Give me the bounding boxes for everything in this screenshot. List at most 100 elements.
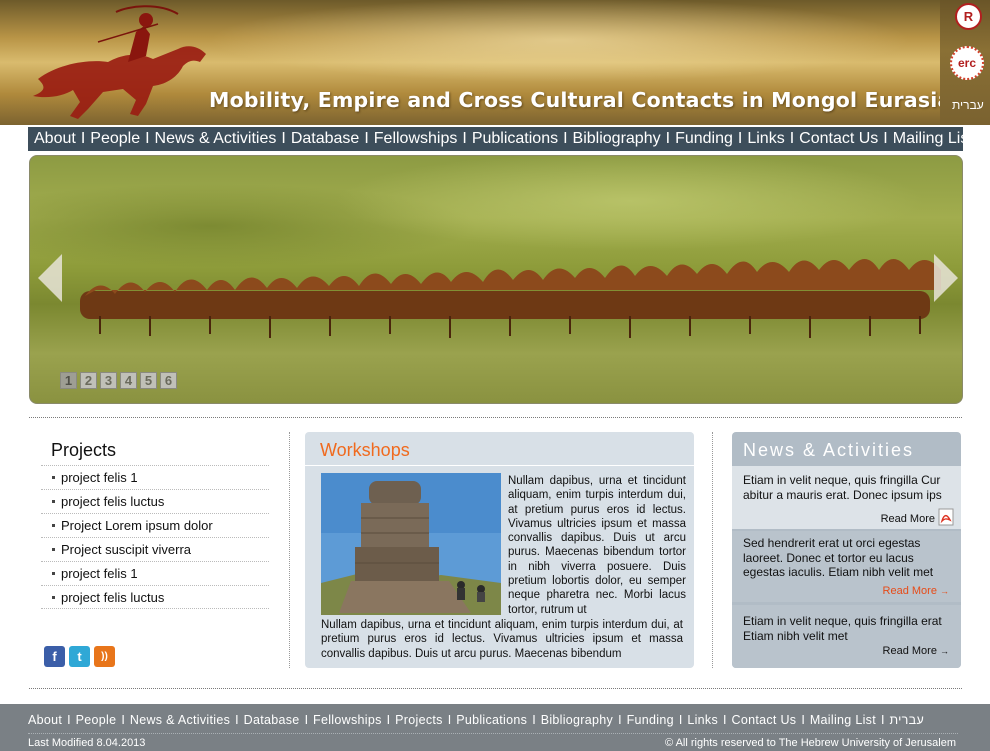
footer-nav-publications[interactable]: Publications <box>456 713 527 727</box>
nav-bibliography[interactable]: Bibliography <box>573 130 661 148</box>
nav-publications[interactable]: Publications <box>472 130 558 148</box>
footer-nav-hebrew[interactable]: עברית <box>889 713 924 727</box>
slider-page-5[interactable]: 5 <box>140 372 157 389</box>
footer-nav-mailing-list[interactable]: Mailing List <box>810 713 876 727</box>
footer-nav: About I People I News & Activities I Database I… <box>28 713 958 727</box>
column-divider-right <box>712 432 713 668</box>
hebrew-language-link[interactable]: עברית <box>952 98 984 112</box>
header-banner: Mobility, Empire and Cross Cultural Cont… <box>0 0 990 125</box>
nav-links[interactable]: Links <box>747 130 784 148</box>
slider-page-6[interactable]: 6 <box>160 372 177 389</box>
nav-separator: I <box>665 130 671 147</box>
workshops-text-bottom: Nullam dapibus, urna et tincidunt aliqua… <box>321 619 683 660</box>
nav-separator: I <box>145 130 150 147</box>
project-item[interactable]: Project suscipit viverra <box>41 537 269 561</box>
project-item-label: Project Lorem ipsum dolor <box>61 518 213 533</box>
slider-prev-arrow-icon[interactable] <box>38 254 64 302</box>
project-item-label: project felis luctus <box>61 589 165 605</box>
footer: About I People I News & Activities I Database I… <box>0 704 990 751</box>
slider-next-arrow-icon[interactable] <box>932 254 958 302</box>
read-more-link[interactable]: Read More → <box>883 645 949 657</box>
nav-news-and-activities[interactable]: News & Activities <box>155 130 277 148</box>
arrow-right-icon: → <box>940 586 949 596</box>
main-nav: About I People I News & Activities I Database I… <box>28 127 973 151</box>
slider-page-4[interactable]: 4 <box>120 372 137 389</box>
camel-caravan-image <box>80 259 941 338</box>
footer-nav-separator: I <box>447 713 452 727</box>
nav-fellowships[interactable]: Fellowships <box>374 130 458 148</box>
nav-separator: I <box>364 130 369 147</box>
divider-top <box>29 417 962 418</box>
rss-icon[interactable]: )) <box>94 646 115 667</box>
stupa-photo <box>321 473 501 615</box>
footer-nav-separator: I <box>880 713 885 727</box>
nav-contact-us[interactable]: Contact Us <box>799 130 878 148</box>
read-more-link[interactable]: Read More → <box>883 585 949 597</box>
news-item: Sed hendrerit erat ut orci egestas laore… <box>732 531 961 602</box>
footer-divider <box>28 733 958 734</box>
workshops-heading[interactable]: Workshops <box>320 440 410 461</box>
nav-mailing-list[interactable]: Mailing List <box>893 130 973 148</box>
project-item-label: project felis 1 <box>61 566 138 581</box>
footer-nav-separator: I <box>67 713 71 727</box>
nav-funding[interactable]: Funding <box>675 130 733 148</box>
slider-page-2[interactable]: 2 <box>80 372 97 389</box>
workshops-text-side: Nullam dapibus, urna et tincidunt aliqua… <box>508 475 686 616</box>
image-slider <box>29 155 963 404</box>
footer-nav-fellowships[interactable]: Fellowships <box>313 713 382 727</box>
footer-nav-bibliography[interactable]: Bibliography <box>541 713 613 727</box>
footer-nav-separator: I <box>618 713 622 727</box>
workshops-heading-rule <box>305 465 694 466</box>
read-more-label: Read More <box>882 645 937 657</box>
copyright: © All rights reserved to The Hebrew Univ… <box>665 737 956 749</box>
facebook-icon[interactable]: f <box>44 646 65 667</box>
footer-nav-separator: I <box>801 713 805 727</box>
twitter-icon[interactable]: t <box>69 646 90 667</box>
footer-nav-people[interactable]: People <box>76 713 117 727</box>
news-item-text: Etiam in velit neque, quis fringilla era… <box>743 614 942 643</box>
project-item[interactable]: Project Lorem ipsum dolor <box>41 513 269 537</box>
nav-about[interactable]: About <box>34 130 76 148</box>
project-item[interactable]: project felis 1 <box>41 561 269 585</box>
projects-list: project felis 1 project felis luctus Proje… <box>41 465 269 609</box>
projects-heading: Projects <box>51 440 117 460</box>
social-links: f t )) <box>44 646 115 667</box>
slider-page-1[interactable]: 1 <box>60 372 77 389</box>
footer-nav-separator: I <box>678 713 683 727</box>
news-item-text: Sed hendrerit erat ut orci egestas laore… <box>743 536 934 579</box>
divider-bottom <box>29 688 962 689</box>
footer-nav-funding[interactable]: Funding <box>627 713 674 727</box>
project-item[interactable]: project felis 1 <box>41 465 269 489</box>
last-modified: Last Modified 8.04.2013 <box>28 737 146 749</box>
footer-nav-separator: I <box>532 713 536 727</box>
footer-nav-projects[interactable]: Projects <box>395 713 443 727</box>
nav-separator: I <box>80 130 86 147</box>
footer-nav-separator: I <box>386 713 391 727</box>
footer-nav-contact-us[interactable]: Contact Us <box>732 713 797 727</box>
footer-nav-separator: I <box>235 713 239 727</box>
footer-nav-news-and-activities[interactable]: News & Activities <box>130 713 230 727</box>
university-logo[interactable]: R <box>955 3 982 30</box>
news-item: Etiam in velit neque, quis fringilla era… <box>732 605 961 668</box>
column-divider-left <box>289 432 290 668</box>
read-more-link[interactable]: Read More <box>881 513 935 525</box>
footer-nav-links[interactable]: Links <box>687 713 718 727</box>
news-heading[interactable]: News & Activities <box>743 440 914 461</box>
nav-separator: I <box>789 130 795 147</box>
footer-nav-separator: I <box>121 713 125 727</box>
footer-nav-about[interactable]: About <box>28 713 62 727</box>
slider-page-3[interactable]: 3 <box>100 372 117 389</box>
project-item-label: project felis luctus <box>61 494 165 509</box>
project-item-label: Project suscipit viverra <box>61 542 192 557</box>
erc-logo[interactable]: erc <box>950 46 984 80</box>
nav-people[interactable]: People <box>90 130 140 148</box>
project-item[interactable]: project felis luctus <box>41 489 269 513</box>
project-item[interactable]: project felis luctus <box>41 585 269 609</box>
nav-separator: I <box>737 130 743 147</box>
pdf-icon[interactable] <box>938 508 954 526</box>
nav-database[interactable]: Database <box>291 130 360 148</box>
nav-separator: I <box>883 130 888 147</box>
footer-nav-database[interactable]: Database <box>244 713 300 727</box>
project-item-label: project felis 1 <box>61 470 138 485</box>
footer-nav-separator: I <box>304 713 309 727</box>
